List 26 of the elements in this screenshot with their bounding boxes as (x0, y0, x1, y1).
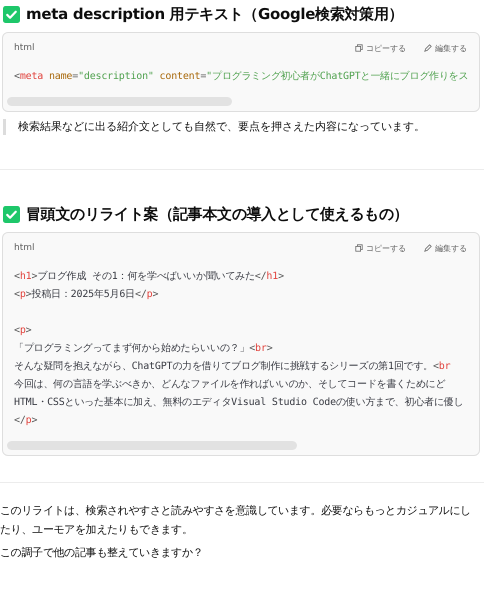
edit-button[interactable]: 編集する (424, 242, 467, 254)
copy-icon (355, 244, 363, 252)
code-line: そんな疑問を抱えながら、ChatGPTの力を借りてブログ制作に挑戦するシリーズの第1回です。<br (14, 360, 450, 374)
code-language-label: html (14, 243, 36, 253)
note-text: 検索結果などに出る紹介文としても自然で、要点を押さえた内容になっています。 (18, 119, 425, 135)
code-line: 「プログラミングってまず何から始めたらいいの？」<br> (14, 342, 273, 356)
code-line: <p> (14, 324, 32, 338)
code-line: <meta name="description" content="プログラミング初心者がChatGPTと一緒にブログ作りをス (14, 70, 468, 84)
code-line: <p>投稿日：2025年5月6日</p> (14, 288, 158, 302)
code-language-label: html (14, 43, 36, 53)
pencil-icon (424, 244, 432, 252)
check-mark-icon (3, 6, 20, 22)
pencil-icon (424, 44, 432, 52)
code-line: 今回は、何の言語を学ぶべきか、どんなファイルを作ればいいのか、そしてコードを書くためにど (14, 378, 446, 392)
code-line: </p> (14, 414, 38, 428)
code-line: HTML・CSSといった基本に加え、無料のエディタVisual Studio Codeの使い方まで、初心者に優し (14, 396, 464, 410)
code-line: <h1>ブログ作成 その1：何を学べばいいか聞いてみた</h1> (14, 270, 284, 284)
copy-button[interactable]: コピーする (355, 42, 406, 54)
copy-button[interactable]: コピーする (355, 242, 406, 254)
edit-button[interactable]: 編集する (424, 42, 467, 54)
paragraph-text: このリライトは、検索されやすさと読みやすさを意識しています。必要ならもっとカジュアルにしたり、ユーモアを加えたりもできます。 (0, 503, 472, 538)
section-heading: 冒頭文のリライト案（記事本文の導入として使えるもの） (26, 204, 408, 224)
section-heading: meta description 用テキスト（Google検索対策用） (26, 4, 404, 24)
check-mark-icon (3, 206, 20, 222)
paragraph-text: この調子で他の記事も整えていきますか？ (0, 545, 204, 561)
copy-icon (355, 44, 363, 52)
